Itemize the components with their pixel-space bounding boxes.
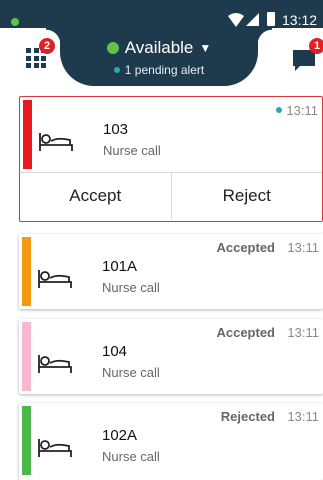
status-time: 13:12 — [282, 12, 318, 28]
accept-button[interactable]: Accept — [20, 173, 171, 219]
call-type: Nurse call — [102, 449, 160, 464]
priority-strip — [22, 237, 31, 306]
available-status-icon — [106, 42, 119, 54]
priority-strip — [22, 406, 31, 475]
alert-actions: Accept Reject — [20, 172, 322, 219]
bed-icon — [39, 133, 73, 151]
notification-dot-icon — [11, 18, 19, 26]
call-type: Nurse call — [103, 143, 161, 158]
wifi-icon — [228, 13, 244, 27]
alert-time: 13:11 — [276, 103, 318, 118]
bed-icon — [38, 439, 72, 457]
pending-alert-text: 1 pending alert — [124, 63, 205, 77]
priority-strip — [23, 100, 32, 169]
reject-button[interactable]: Reject — [170, 173, 322, 219]
pending-dot-icon — [113, 67, 120, 73]
bed-icon — [38, 355, 72, 373]
alert-card[interactable]: 102A Nurse call Rejected 13:11 — [19, 403, 323, 480]
call-type: Nurse call — [102, 280, 160, 295]
status-bar: 13:12 — [0, 0, 323, 28]
pending-dot-icon — [276, 107, 283, 113]
chevron-down-icon: ▼ — [199, 41, 212, 55]
signal-icon — [246, 13, 259, 26]
room-number: 102A — [102, 427, 138, 444]
availability-bar[interactable]: Available ▼ 1 pending alert — [46, 28, 272, 86]
alert-status: Accepted — [216, 325, 275, 340]
availability-selector[interactable]: Available ▼ — [60, 38, 258, 58]
apps-badge: 2 — [39, 38, 55, 54]
battery-icon — [267, 12, 275, 26]
alert-time: 13:11 — [287, 240, 319, 255]
alert-time: 13:11 — [287, 409, 319, 424]
call-type: Nurse call — [102, 365, 160, 380]
priority-strip — [22, 322, 31, 391]
availability-label: Available — [124, 38, 194, 57]
alert-status: Accepted — [216, 240, 275, 255]
alert-card[interactable]: 101A Nurse call Accepted 13:11 — [19, 234, 323, 309]
messages-badge: 1 — [309, 38, 323, 54]
app-header: Available ▼ 1 pending alert — [0, 28, 323, 88]
room-number: 103 — [103, 121, 129, 138]
alert-card[interactable]: 104 Nurse call Accepted 13:11 — [19, 319, 323, 394]
room-number: 101A — [102, 258, 138, 275]
alert-card-pending[interactable]: 103 Nurse call 13:11 Accept Reject — [19, 96, 323, 222]
pending-alert-summary: 1 pending alert — [60, 63, 258, 77]
bed-icon — [38, 270, 72, 288]
room-number: 104 — [102, 343, 128, 360]
alert-status: Rejected — [220, 409, 275, 424]
alert-time: 13:11 — [287, 325, 319, 340]
